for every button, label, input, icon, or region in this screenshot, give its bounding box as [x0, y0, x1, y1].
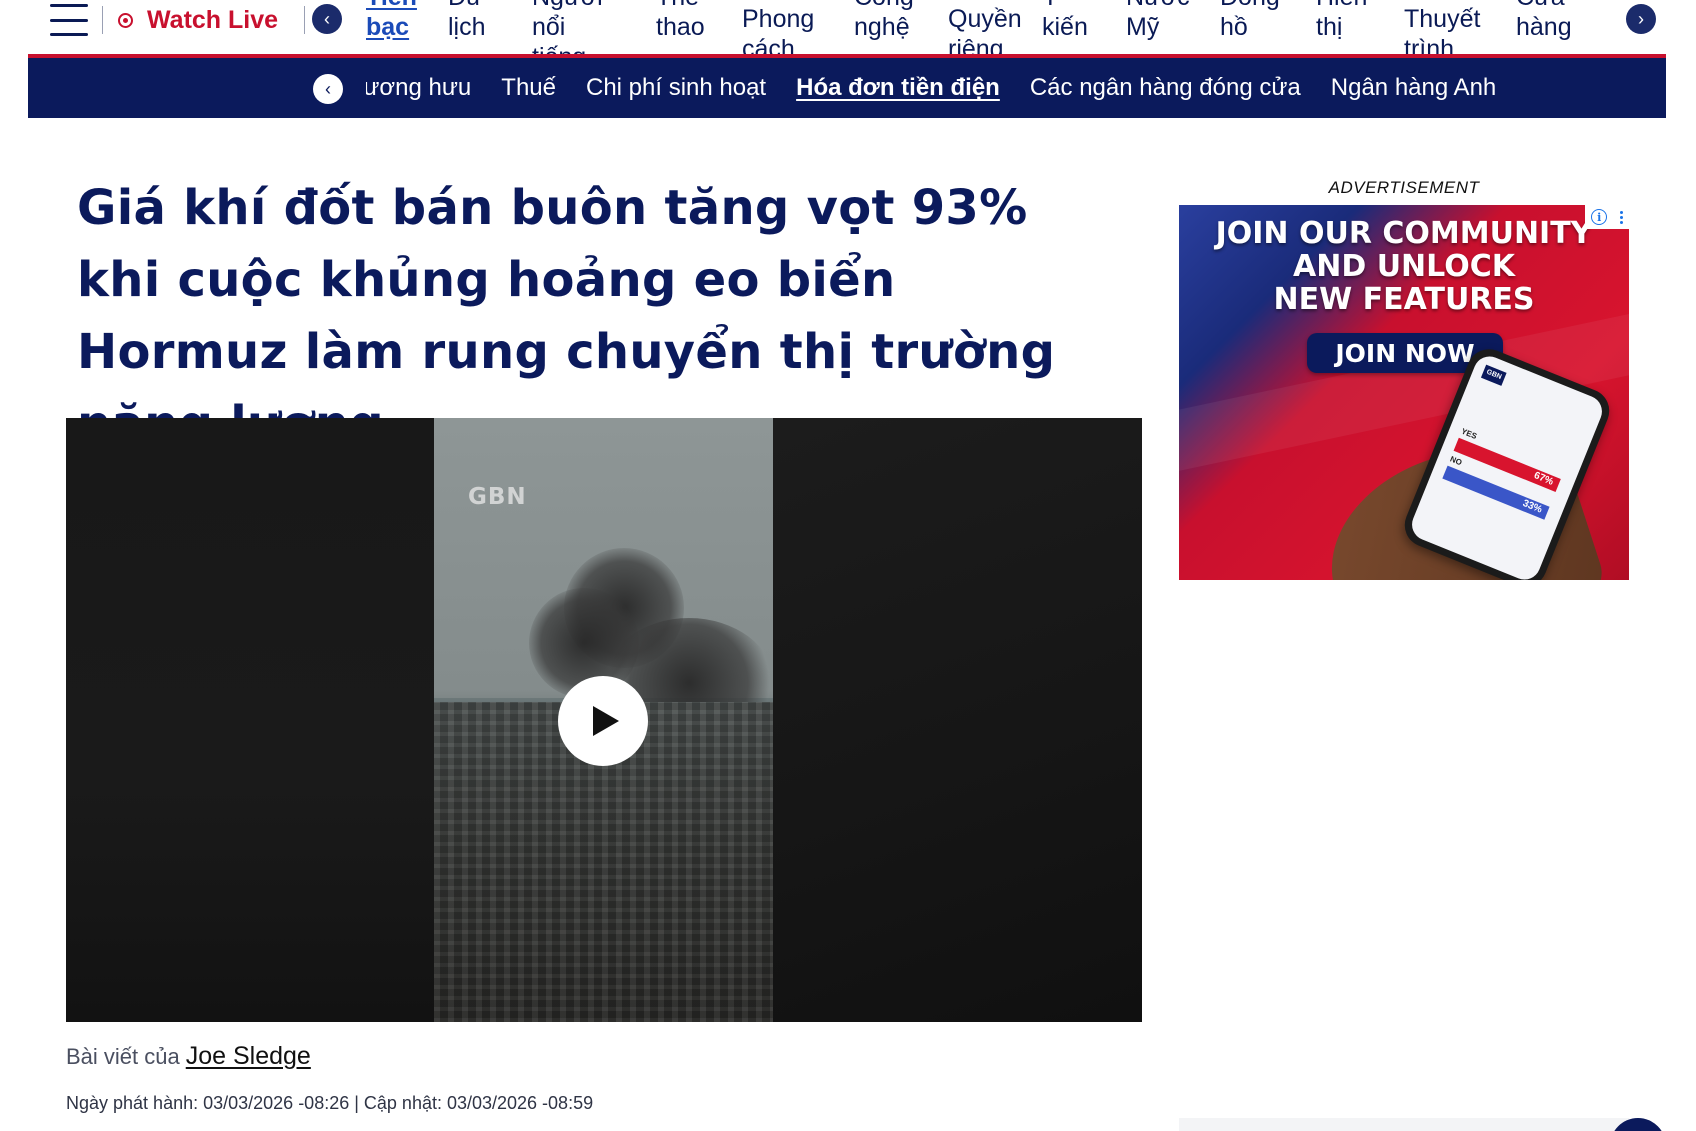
byline: Bài viết của Joe Sledge [66, 1042, 311, 1071]
video-side-panel [773, 418, 1142, 1022]
live-dot-icon [118, 12, 133, 28]
play-button[interactable] [558, 676, 648, 766]
topnav-item-presenters[interactable]: Thuyết trình [1404, 4, 1504, 54]
topnav-item-sport[interactable]: Thể thao [656, 0, 722, 42]
divider [102, 6, 103, 34]
ad-more-icon[interactable] [1619, 210, 1623, 224]
topnav-item-shop[interactable]: Cửa hàng [1516, 0, 1586, 42]
sidebar-widget [1179, 1118, 1629, 1131]
subnav-item-cost-of-living[interactable]: Chi phí sinh hoạt [586, 74, 766, 102]
topnav-item-lifestyle[interactable]: Phong cách sống [742, 4, 822, 54]
subnav-item-tax[interactable]: Thuế [501, 74, 556, 102]
ad-headline-line: AND UNLOCK [1293, 249, 1515, 284]
ad-headline-line: JOIN OUR COMMUNITY [1215, 216, 1593, 251]
topnav-item-tech[interactable]: Công nghệ [854, 0, 934, 42]
topnav-prev-arrow-icon[interactable]: ‹ [312, 4, 342, 34]
byline-prefix: Bài viết của [66, 1044, 180, 1069]
topnav-item-travel[interactable]: Du lịch [448, 0, 508, 42]
advertisement-label: ADVERTISEMENT [1328, 178, 1480, 197]
topnav-item-money[interactable]: Tiền bạc [366, 0, 432, 42]
publish-dates: Ngày phát hành: 03/03/2026 -08:26 | Cập … [66, 1093, 594, 1113]
subnav-item-bank-closures[interactable]: Các ngân hàng đóng cửa [1030, 74, 1301, 102]
sub-navigation: ‹ Lương hưu Thuế Chi phí sinh hoạt Hóa đ… [28, 58, 1666, 118]
topnav-items: Tiền bạc Du lịch Người nổi tiếng Thể tha… [366, 0, 1636, 54]
ad-phone-logo: GBN [1480, 364, 1507, 386]
subnav-prev-arrow-icon[interactable]: ‹ [313, 74, 343, 104]
subnav-item-bank-of-england[interactable]: Ngân hàng Anh [1331, 74, 1496, 102]
menu-icon[interactable] [50, 4, 88, 36]
topnav-next-arrow-icon[interactable]: › [1626, 4, 1656, 34]
watch-live-button[interactable]: Watch Live [118, 2, 278, 38]
play-icon [593, 706, 619, 736]
ad-headline: JOIN OUR COMMUNITY AND UNLOCK NEW FEATUR… [1179, 217, 1629, 316]
article-headline: Giá khí đốt bán buôn tăng vọt 93% khi cu… [77, 180, 1056, 452]
subnav-item-energy-bills[interactable]: Hóa đơn tiền điện [796, 74, 1000, 102]
video-side-panel [66, 418, 434, 1022]
top-navigation: Watch Live ‹ Tiền bạc Du lịch Người nổi … [28, 0, 1666, 58]
topnav-item-shows[interactable]: Hiển thị [1316, 0, 1386, 42]
video-watermark: GBN [468, 484, 527, 510]
topnav-item-us[interactable]: Nước Mỹ [1126, 0, 1206, 42]
topnav-item-watches[interactable]: Đồng hồ [1220, 0, 1300, 42]
ad-headline-line: NEW FEATURES [1273, 282, 1535, 317]
divider [304, 6, 305, 34]
subnav-items: Lương hưu Thuế Chi phí sinh hoạt Hóa đơn… [366, 58, 1496, 118]
topnav-item-opinion[interactable]: Ý kiến [1042, 0, 1102, 42]
ad-choices[interactable]: i [1585, 205, 1629, 229]
subnav-item-pensions[interactable]: Lương hưu [366, 74, 471, 102]
ad-poll-no-label: NO [1448, 454, 1464, 468]
watch-live-label: Watch Live [147, 5, 279, 34]
topnav-item-celebrity[interactable]: Người nổi tiếng [532, 0, 612, 54]
ad-info-icon[interactable]: i [1591, 209, 1608, 225]
video-player[interactable]: GBN [66, 418, 1142, 1022]
advertisement-banner[interactable]: JOIN OUR COMMUNITY AND UNLOCK NEW FEATUR… [1179, 205, 1629, 580]
topnav-item-privacy[interactable]: Quyền riêng tư [948, 4, 1028, 54]
author-link[interactable]: Joe Sledge [186, 1042, 311, 1071]
